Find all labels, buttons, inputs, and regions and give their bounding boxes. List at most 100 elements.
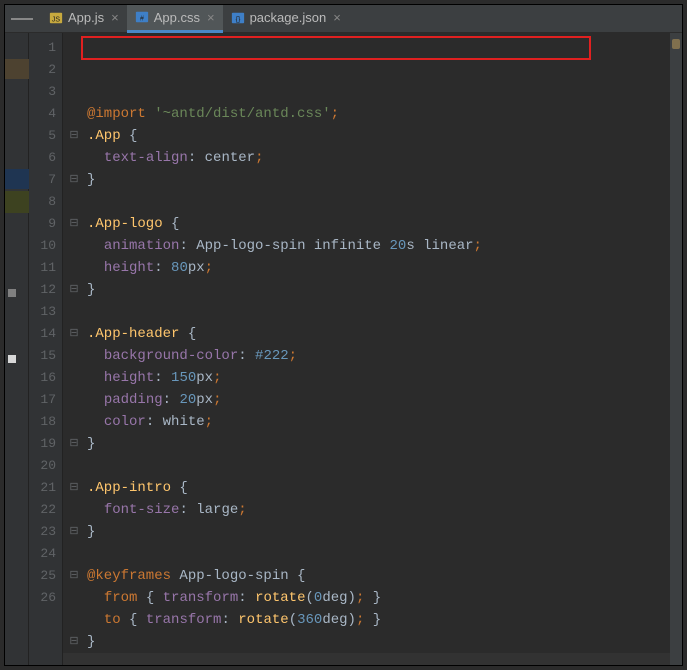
fold-toggle-icon[interactable]: ⊟ bbox=[63, 631, 85, 653]
code-line[interactable]: text-align: center; bbox=[63, 147, 670, 169]
line-number[interactable]: 21 bbox=[29, 477, 56, 499]
line-number[interactable]: 23 bbox=[29, 521, 56, 543]
line-number[interactable]: 18 bbox=[29, 411, 56, 433]
line-number[interactable]: 9 bbox=[29, 213, 56, 235]
token-brace: } bbox=[373, 590, 381, 606]
code-line[interactable]: padding: 20px; bbox=[63, 389, 670, 411]
code-text[interactable]: padding: 20px; bbox=[85, 389, 670, 411]
code-line[interactable] bbox=[63, 455, 670, 477]
code-line[interactable]: ⊟} bbox=[63, 521, 670, 543]
line-number[interactable]: 22 bbox=[29, 499, 56, 521]
code-text[interactable]: font-size: large; bbox=[85, 499, 670, 521]
code-area[interactable]: @import '~antd/dist/antd.css';⊟.App { te… bbox=[63, 33, 670, 665]
fold-toggle-icon[interactable]: ⊟ bbox=[63, 323, 85, 345]
code-line[interactable]: color: white; bbox=[63, 411, 670, 433]
code-line[interactable]: ⊟@keyframes App-logo-spin { bbox=[63, 565, 670, 587]
code-line[interactable]: from { transform: rotate(0deg); } bbox=[63, 587, 670, 609]
code-editor[interactable]: 1234567891011121314151617181920212223242… bbox=[5, 33, 682, 665]
code-text[interactable]: .App-logo { bbox=[85, 213, 670, 235]
code-line[interactable]: background-color: #222; bbox=[63, 345, 670, 367]
line-number[interactable]: 1 bbox=[29, 37, 56, 59]
fold-toggle-icon[interactable]: ⊟ bbox=[63, 565, 85, 587]
line-number[interactable]: 26 bbox=[29, 587, 56, 609]
code-line[interactable]: ⊟} bbox=[63, 279, 670, 301]
line-number[interactable]: 8 bbox=[29, 191, 56, 213]
token-sel: .App-header bbox=[87, 326, 179, 342]
fold-toggle-icon[interactable]: ⊟ bbox=[63, 169, 85, 191]
code-line[interactable]: to { transform: rotate(360deg); } bbox=[63, 609, 670, 631]
line-number[interactable]: 17 bbox=[29, 389, 56, 411]
fold-toggle-icon[interactable]: ⊟ bbox=[63, 521, 85, 543]
vertical-scrollbar[interactable] bbox=[670, 33, 682, 665]
line-number[interactable]: 10 bbox=[29, 235, 56, 257]
code-text[interactable]: animation: App-logo-spin infinite 20s li… bbox=[85, 235, 670, 257]
code-line[interactable]: ⊟} bbox=[63, 433, 670, 455]
code-text[interactable]: } bbox=[85, 631, 670, 653]
line-number[interactable]: 14 bbox=[29, 323, 56, 345]
code-text[interactable]: height: 150px; bbox=[85, 367, 670, 389]
close-icon[interactable]: × bbox=[205, 10, 215, 25]
line-number[interactable]: 12 bbox=[29, 279, 56, 301]
code-line[interactable]: ⊟} bbox=[63, 169, 670, 191]
code-line[interactable]: ⊟.App-header { bbox=[63, 323, 670, 345]
line-number[interactable]: 2 bbox=[29, 59, 56, 81]
code-text[interactable]: } bbox=[85, 521, 670, 543]
fold-toggle-icon[interactable]: ⊟ bbox=[63, 125, 85, 147]
code-text[interactable]: text-align: center; bbox=[85, 147, 670, 169]
editor-tab[interactable]: #App.css× bbox=[127, 5, 223, 33]
code-line[interactable]: ⊟.App-intro { bbox=[63, 477, 670, 499]
code-line[interactable] bbox=[63, 543, 670, 565]
code-line[interactable] bbox=[63, 653, 670, 665]
line-number[interactable]: 25 bbox=[29, 565, 56, 587]
editor-tab[interactable]: {}package.json× bbox=[223, 5, 349, 31]
code-text[interactable]: } bbox=[85, 279, 670, 301]
code-line[interactable]: height: 150px; bbox=[63, 367, 670, 389]
line-number[interactable]: 20 bbox=[29, 455, 56, 477]
code-line[interactable] bbox=[63, 191, 670, 213]
line-number[interactable]: 11 bbox=[29, 257, 56, 279]
code-text[interactable]: @keyframes App-logo-spin { bbox=[85, 565, 670, 587]
code-line[interactable]: animation: App-logo-spin infinite 20s li… bbox=[63, 235, 670, 257]
line-number[interactable]: 19 bbox=[29, 433, 56, 455]
color-swatch-icon[interactable] bbox=[8, 289, 16, 297]
code-text[interactable]: color: white; bbox=[85, 411, 670, 433]
code-line[interactable] bbox=[63, 301, 670, 323]
editor-tab[interactable]: JSApp.js× bbox=[41, 5, 127, 31]
code-text[interactable]: .App { bbox=[85, 125, 670, 147]
fold-toggle-icon[interactable]: ⊟ bbox=[63, 433, 85, 455]
code-line[interactable]: font-size: large; bbox=[63, 499, 670, 521]
code-text[interactable]: background-color: #222; bbox=[85, 345, 670, 367]
token-white: : bbox=[238, 348, 255, 364]
token-semi: ; bbox=[474, 238, 482, 254]
line-number[interactable]: 5 bbox=[29, 125, 56, 147]
code-line[interactable]: ⊟.App-logo { bbox=[63, 213, 670, 235]
close-icon[interactable]: × bbox=[109, 10, 119, 25]
line-number[interactable]: 6 bbox=[29, 147, 56, 169]
color-swatch-icon[interactable] bbox=[8, 355, 16, 363]
line-number[interactable]: 7 bbox=[29, 169, 56, 191]
line-number[interactable]: 16 bbox=[29, 367, 56, 389]
code-line[interactable]: @import '~antd/dist/antd.css'; bbox=[63, 103, 670, 125]
code-text[interactable]: to { transform: rotate(360deg); } bbox=[85, 609, 670, 631]
fold-toggle-icon[interactable]: ⊟ bbox=[63, 477, 85, 499]
fold-toggle-icon[interactable]: ⊟ bbox=[63, 213, 85, 235]
line-number[interactable]: 3 bbox=[29, 81, 56, 103]
code-line[interactable]: height: 80px; bbox=[63, 257, 670, 279]
fold-toggle-icon[interactable]: ⊟ bbox=[63, 279, 85, 301]
code-text[interactable]: } bbox=[85, 433, 670, 455]
code-text[interactable]: .App-intro { bbox=[85, 477, 670, 499]
code-text[interactable]: .App-header { bbox=[85, 323, 670, 345]
code-line[interactable]: ⊟.App { bbox=[63, 125, 670, 147]
code-text[interactable]: } bbox=[85, 169, 670, 191]
code-text[interactable]: height: 80px; bbox=[85, 257, 670, 279]
line-number[interactable]: 13 bbox=[29, 301, 56, 323]
line-number[interactable]: 15 bbox=[29, 345, 56, 367]
code-line[interactable]: ⊟} bbox=[63, 631, 670, 653]
line-number-gutter[interactable]: 1234567891011121314151617181920212223242… bbox=[29, 33, 63, 665]
toolbar-collapse-icon[interactable] bbox=[11, 18, 33, 20]
close-icon[interactable]: × bbox=[331, 10, 341, 25]
code-text[interactable]: from { transform: rotate(0deg); } bbox=[85, 587, 670, 609]
line-number[interactable]: 4 bbox=[29, 103, 56, 125]
code-text[interactable]: @import '~antd/dist/antd.css'; bbox=[85, 103, 670, 125]
line-number[interactable]: 24 bbox=[29, 543, 56, 565]
